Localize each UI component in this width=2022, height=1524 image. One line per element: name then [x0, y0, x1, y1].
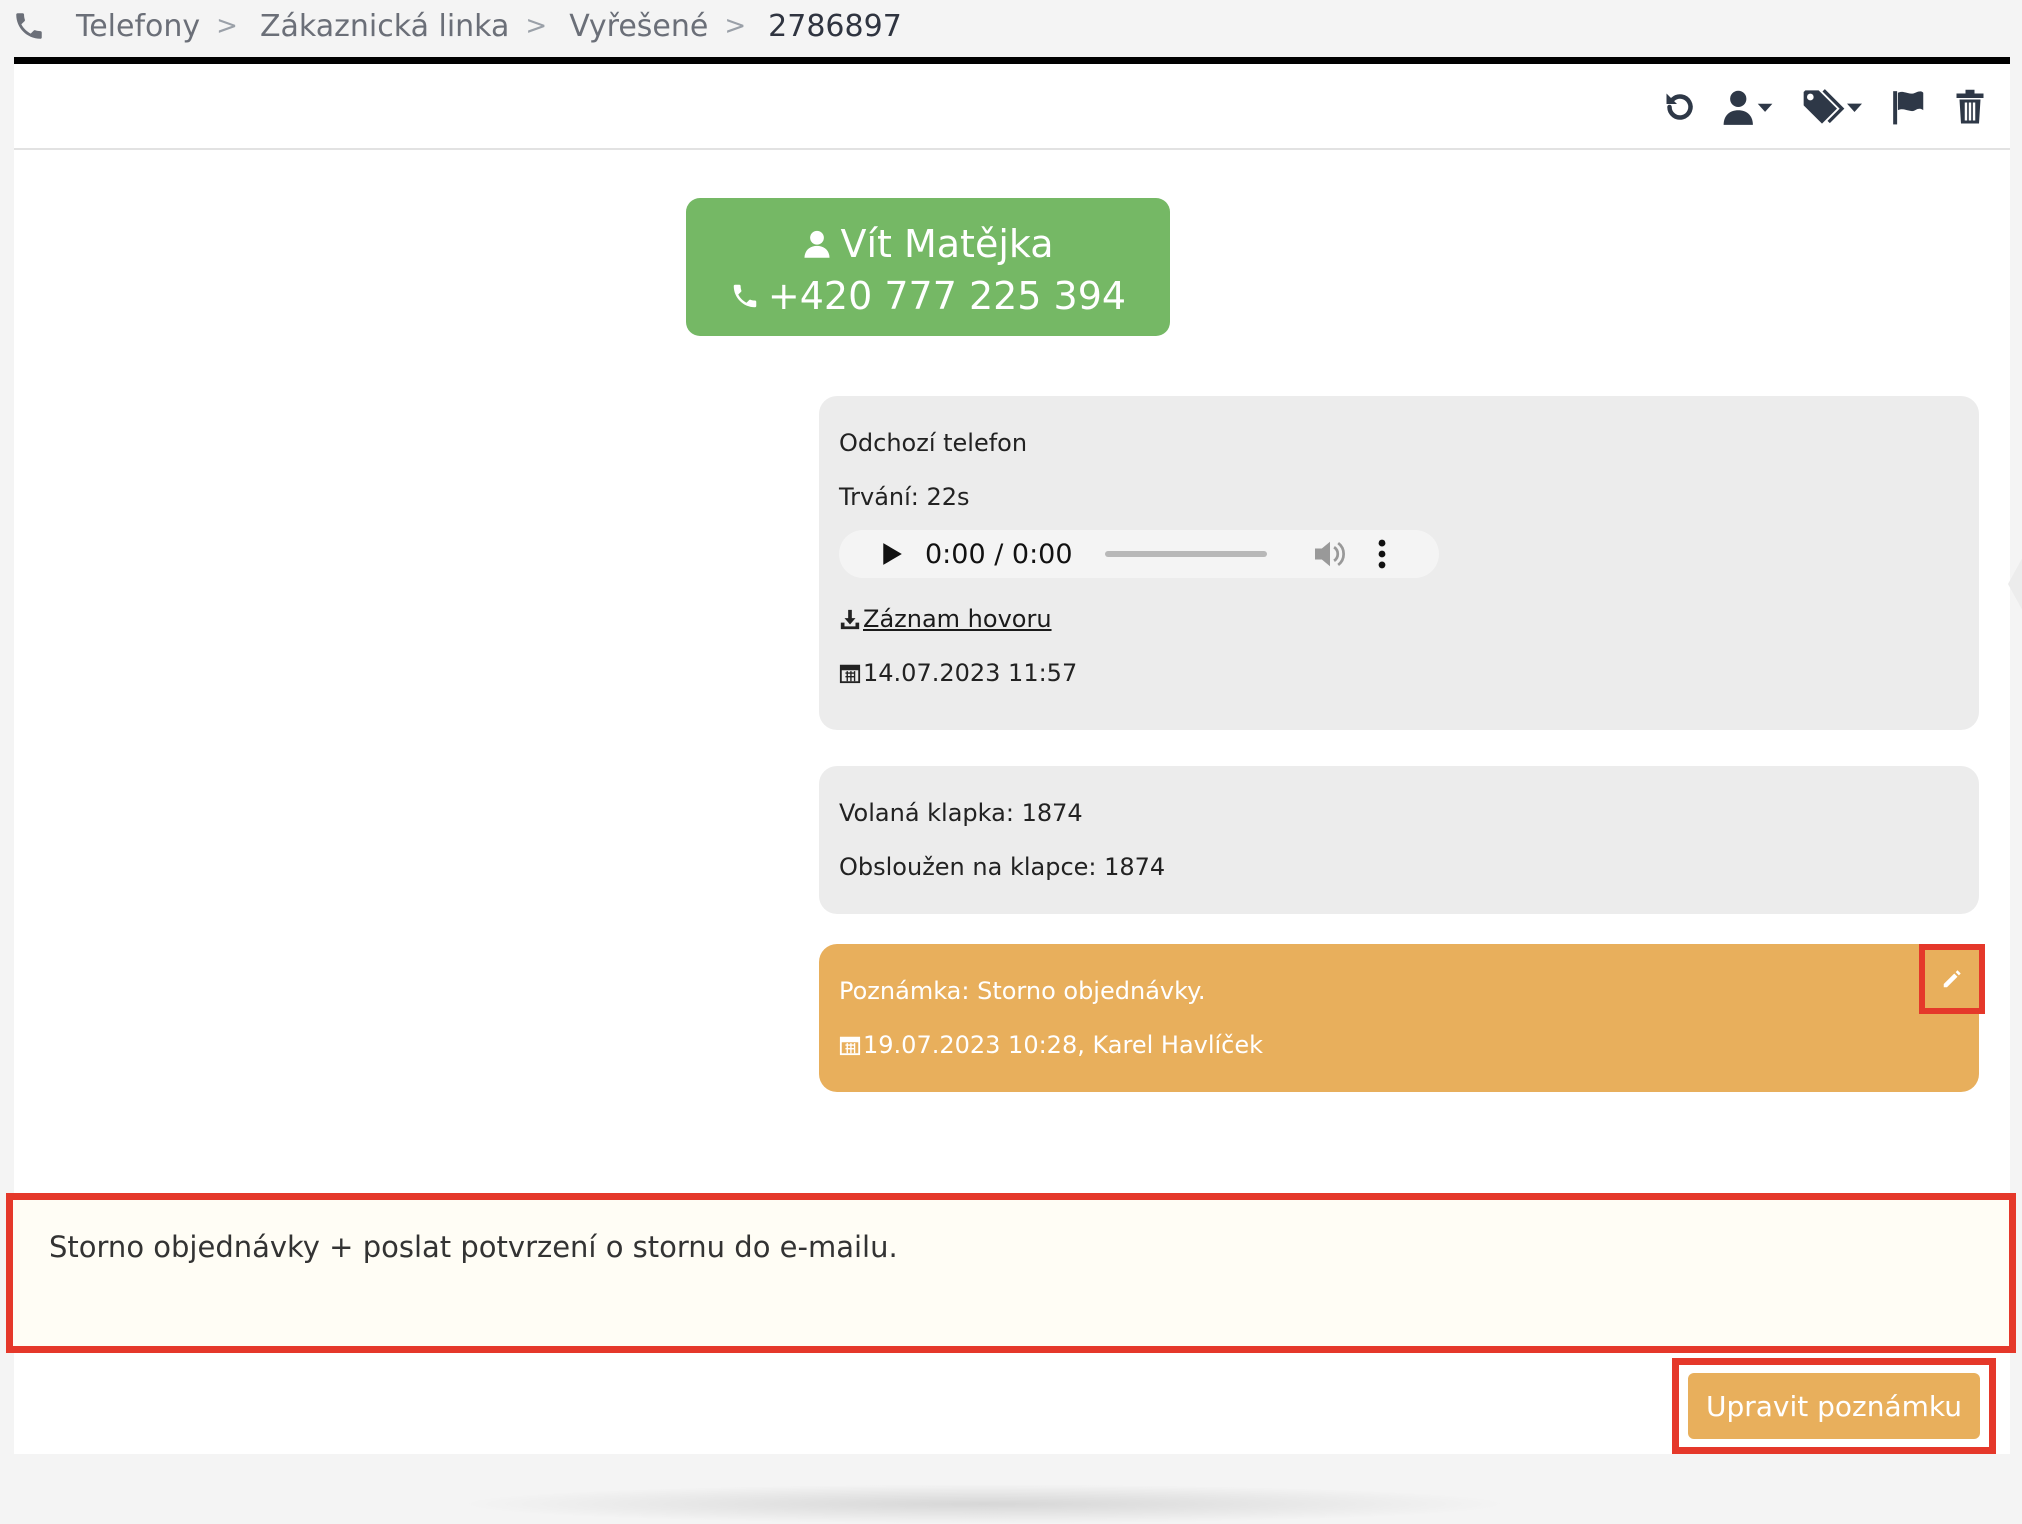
note-textarea[interactable]: Storno objednávky + poslat potvrzení o s…: [6, 1193, 2016, 1353]
assign-user-button[interactable]: [1722, 86, 1774, 128]
breadcrumb-separator: >: [216, 11, 238, 41]
breadcrumb-current: 2786897: [768, 8, 902, 44]
side-panel-toggle[interactable]: [2008, 544, 2022, 624]
recording-link[interactable]: Záznam hovoru: [863, 605, 1052, 633]
contact-name: Vít Matějka: [840, 222, 1054, 266]
served-extension: Obsloužen na klapce: 1874: [839, 853, 1166, 881]
trash-icon: [1956, 89, 1984, 124]
breadcrumb-item-resolved[interactable]: Vyřešené: [569, 9, 708, 44]
note-meta-row: 19.07.2023 10:28, Karel Havlíček: [839, 1018, 1959, 1072]
note-text: Poznámka: Storno objednávky.: [839, 977, 1206, 1005]
breadcrumb-separator: >: [724, 11, 747, 41]
delete-button[interactable]: [1954, 86, 1986, 128]
phone-icon: [16, 13, 42, 39]
contact-card[interactable]: Vít Matějka +420 777 225 394: [686, 198, 1170, 336]
breadcrumb-separator: >: [525, 11, 548, 41]
note-meta: 19.07.2023 10:28, Karel Havlíček: [863, 1031, 1264, 1059]
audio-time: 0:00 / 0:00: [925, 538, 1073, 570]
audio-progress[interactable]: [1104, 551, 1267, 557]
called-extension: Volaná klapka: 1874: [839, 799, 1083, 827]
flag-icon: [1893, 91, 1924, 125]
recording-download[interactable]: Záznam hovoru: [839, 592, 1959, 646]
extension-message: Volaná klapka: 1874 Obsloužen na klapce:…: [819, 766, 1979, 914]
edit-note-button[interactable]: [1919, 944, 1985, 1014]
volume-icon[interactable]: [1313, 539, 1347, 569]
pencil-icon: [1943, 970, 1961, 988]
call-datetime-row: 14.07.2023 11:57: [839, 646, 1959, 700]
calendar-icon: [839, 1036, 861, 1056]
contact-phone: +420 777 225 394: [767, 274, 1127, 318]
call-datetime: 14.07.2023 11:57: [863, 659, 1078, 687]
play-icon[interactable]: [881, 542, 903, 566]
breadcrumb: Telefony > Zákaznická linka > Vyřešené >…: [0, 0, 2022, 52]
more-options-icon[interactable]: [1377, 539, 1387, 569]
breadcrumb-item-line[interactable]: Zákaznická linka: [260, 9, 509, 44]
call-message: Odchozí telefon Trvání: 22s 0:00 / 0:00 …: [819, 396, 1979, 730]
user-icon: [804, 230, 830, 258]
note-message: Poznámka: Storno objednávky. 19.07.2023 …: [819, 944, 1985, 1092]
call-type: Odchozí telefon: [839, 429, 1028, 457]
call-duration: Trvání: 22s: [839, 483, 970, 511]
phone-icon: [733, 284, 757, 308]
tags-icon: [1803, 89, 1862, 124]
download-icon: [840, 609, 860, 630]
ticket-toolbar: [14, 64, 2010, 150]
update-note-button[interactable]: Upravit poznámku: [1688, 1373, 1980, 1439]
tags-button[interactable]: [1802, 86, 1862, 128]
refresh-button[interactable]: [1662, 86, 1698, 128]
breadcrumb-item-telefony[interactable]: Telefony: [76, 9, 200, 44]
calendar-icon: [839, 664, 861, 684]
refresh-icon: [1666, 93, 1693, 120]
assign-user-icon: [1723, 90, 1773, 125]
audio-player[interactable]: 0:00 / 0:00: [839, 530, 1439, 578]
footer-shadow: [454, 1484, 1514, 1524]
submit-highlight: Upravit poznámku: [1672, 1358, 1996, 1454]
flag-button[interactable]: [1890, 86, 1928, 128]
